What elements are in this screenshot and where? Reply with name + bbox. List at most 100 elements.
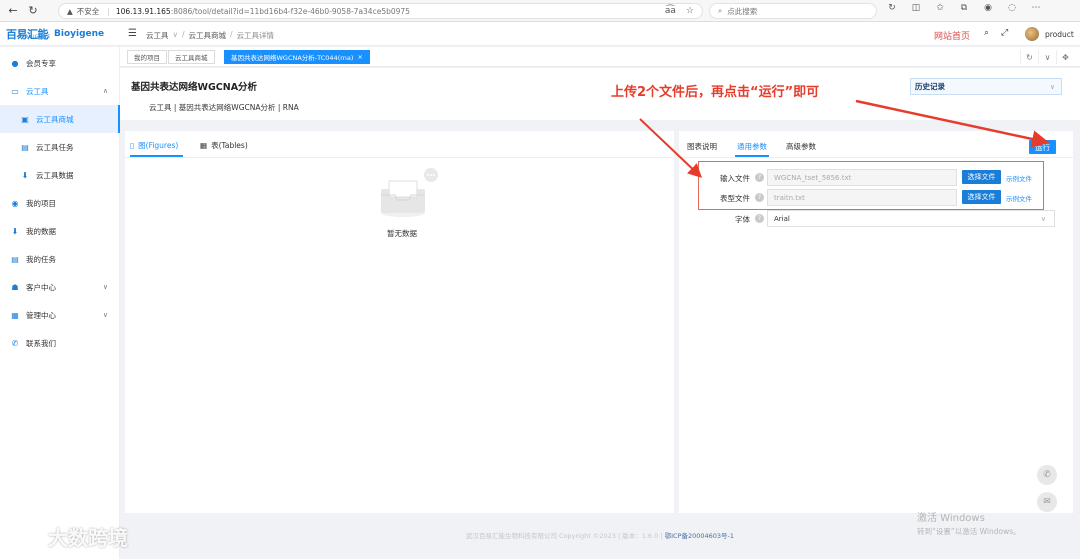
- insecure-label: 不安全: [76, 6, 100, 16]
- sidebar-item-my-projects[interactable]: ◉ 我的项目: [0, 189, 120, 217]
- breadcrumb-item[interactable]: 云工具商城: [189, 30, 227, 41]
- chevron-up-icon: ∧: [102, 87, 108, 95]
- tab-divider: [125, 157, 674, 158]
- site-home-link[interactable]: 网站首页: [934, 29, 970, 42]
- breadcrumb: 云工具 ∨ / 云工具商城 / 云工具详情: [146, 30, 274, 41]
- sidebar-item-tool-data[interactable]: ⬇ 云工具数据: [0, 161, 120, 189]
- table-icon: ▦: [200, 141, 208, 150]
- sidebar-item-contact[interactable]: ✆ 联系我们: [0, 329, 120, 357]
- favorites-icon[interactable]: ✩: [934, 3, 946, 13]
- search-placeholder: 点此搜索: [727, 6, 758, 16]
- sidebar-item-my-tasks[interactable]: ▤ 我的任务: [0, 245, 120, 273]
- help-icon[interactable]: ?: [755, 173, 764, 182]
- trait-file-field[interactable]: traitn.txt: [767, 189, 957, 206]
- run-button[interactable]: 运行: [1029, 140, 1056, 154]
- tab-chart-description[interactable]: 图表说明: [687, 141, 717, 152]
- tab-figures[interactable]: ▯ 图(Figures): [130, 140, 178, 151]
- tab-more-icon[interactable]: ✥: [1056, 50, 1074, 64]
- chevron-down-icon: ∨: [102, 283, 108, 291]
- tool-title-panel: 基因共表达网络WGCNA分析 云工具 | 基因共表达网络WGCNA分析 | RN…: [120, 68, 1080, 120]
- tab-label: 表(Tables): [211, 141, 248, 150]
- search-icon[interactable]: ⌕: [984, 28, 989, 38]
- tab-tool-store[interactable]: 云工具商城: [168, 50, 215, 64]
- trait-file-row: 表型文件 ? traitn.txt 选择文件 示例文件: [679, 189, 1073, 207]
- field-label: 字体: [735, 215, 750, 224]
- input-file-field[interactable]: WGCNA_tset_5856.txt: [767, 169, 957, 186]
- tab-label: 云工具商城: [175, 54, 208, 62]
- empty-inbox-icon: [381, 168, 438, 217]
- favorite-star-icon[interactable]: ☆: [686, 6, 694, 16]
- tab-wgcna[interactable]: 基因共表达网络WGCNA分析-TC044(rna) ×: [224, 50, 370, 64]
- user-name[interactable]: product: [1045, 30, 1074, 39]
- input-file-row: 输入文件 ? WGCNA_tset_5856.txt 选择文件 示例文件: [679, 169, 1073, 187]
- example-file-link[interactable]: 示例文件: [1006, 193, 1032, 203]
- phone-icon[interactable]: ✆: [1037, 465, 1057, 485]
- tab-tables[interactable]: ▦ 表(Tables): [200, 140, 248, 151]
- sidebar-item-tool-tasks[interactable]: ▤ 云工具任务: [0, 133, 120, 161]
- browser-tools: ↻ ◫ ✩ ⧉ ◉ ◌ ⋯: [886, 3, 1042, 13]
- font-value: Arial: [774, 214, 790, 223]
- member-icon: ●: [11, 58, 19, 68]
- search-icon: ⌕: [718, 6, 723, 15]
- sidebar-item-customer-center[interactable]: ☗ 客户中心 ∨: [0, 273, 120, 301]
- tab-advanced-params[interactable]: 高级参数: [786, 141, 816, 152]
- app-header: 百易汇能 Bioyigene BIOYIGENE ☰ 云工具 ∨ / 云工具商城…: [0, 22, 1080, 46]
- breadcrumb-item[interactable]: 云工具: [146, 30, 169, 41]
- address-bar[interactable]: ▲ 不安全 | 106.13.91.165:8086/tool/detail?i…: [58, 3, 703, 19]
- back-icon[interactable]: ←: [6, 4, 20, 18]
- reload-icon[interactable]: ↻: [26, 4, 40, 18]
- tab-label: 图(Figures): [138, 141, 179, 150]
- refresh-icon[interactable]: ↻: [886, 3, 898, 13]
- footer-copyright: 武汉百易汇能生物科技有限公司 Copyright ©2023 | 版本：1.6.…: [465, 532, 663, 540]
- browser-search[interactable]: ⌕ 点此搜索: [709, 3, 877, 19]
- sidebar-item-label: 云工具任务: [36, 142, 74, 152]
- mytask-icon: ▤: [11, 254, 19, 264]
- warning-icon: ▲: [67, 6, 73, 16]
- help-icon[interactable]: ?: [755, 193, 764, 202]
- sidebar-item-cloud-tools[interactable]: ▭ 云工具 ∧: [0, 77, 120, 105]
- chevron-down-icon: ∨: [102, 311, 108, 319]
- extension-icon[interactable]: ◉: [982, 3, 994, 13]
- chevron-down-icon: ∨: [1049, 82, 1055, 91]
- sidebar-item-my-data[interactable]: ⬇ 我的数据: [0, 217, 120, 245]
- admin-icon: ▦: [11, 310, 19, 320]
- collections-icon[interactable]: ⧉: [958, 3, 970, 13]
- menu-toggle-icon[interactable]: ☰: [128, 28, 137, 39]
- choose-file-button[interactable]: 选择文件: [962, 190, 1001, 204]
- avatar[interactable]: [1025, 27, 1039, 41]
- font-select[interactable]: Arial ∨: [767, 210, 1055, 227]
- tab-dropdown-icon[interactable]: ∨: [1038, 50, 1056, 64]
- tab-refresh-icon[interactable]: ↻: [1020, 50, 1038, 64]
- tab-general-params[interactable]: 通用参数: [737, 141, 767, 152]
- page-title: 基因共表达网络WGCNA分析: [131, 82, 258, 93]
- help-icon[interactable]: ?: [755, 214, 764, 223]
- customer-icon: ☗: [11, 282, 19, 292]
- close-icon[interactable]: ×: [357, 53, 362, 61]
- profile-icon[interactable]: ◌: [1006, 3, 1018, 13]
- read-aloud-icon[interactable]: a͡a: [665, 6, 676, 16]
- more-icon[interactable]: ⋯: [1030, 3, 1042, 13]
- chevron-down-icon: ∨: [1040, 214, 1046, 223]
- sidebar-item-tool-store[interactable]: ▣ 云工具商城: [0, 105, 120, 133]
- sidebar-item-label: 我的项目: [26, 198, 56, 208]
- results-panel: ▯ 图(Figures) ▦ 表(Tables) 暂无数据: [125, 131, 674, 513]
- sidebar-item-label: 我的数据: [26, 226, 56, 236]
- choose-file-button[interactable]: 选择文件: [962, 170, 1001, 184]
- sidebar-item-member[interactable]: ● 会员专享: [0, 49, 120, 77]
- sidebar-item-admin-center[interactable]: ▦ 管理中心 ∨: [0, 301, 120, 329]
- data-icon: ⬇: [21, 170, 29, 180]
- sidebar-item-label: 客户中心: [26, 282, 56, 292]
- message-icon[interactable]: ✉: [1037, 492, 1057, 512]
- sidebar-item-label: 联系我们: [26, 338, 56, 348]
- tab-divider: [679, 157, 1073, 158]
- page-tabs: 我的项目 云工具商城 基因共表达网络WGCNA分析-TC044(rna) × ↻ …: [120, 47, 1080, 67]
- sidebar-item-label: 我的任务: [26, 254, 56, 264]
- url-path: :8086/tool/detail?id=11bd16b4-f32e-46b0-…: [170, 6, 410, 16]
- example-file-link[interactable]: 示例文件: [1006, 173, 1032, 183]
- tab-my-projects[interactable]: 我的项目: [127, 50, 167, 64]
- history-select[interactable]: 历史记录 ∨: [910, 78, 1062, 95]
- split-screen-icon[interactable]: ◫: [910, 3, 922, 13]
- fullscreen-icon[interactable]: ⤢: [1001, 28, 1008, 38]
- breadcrumb-chevron-icon: ∨: [172, 30, 179, 39]
- icp-link[interactable]: 鄂ICP备20004603号-1: [665, 532, 734, 540]
